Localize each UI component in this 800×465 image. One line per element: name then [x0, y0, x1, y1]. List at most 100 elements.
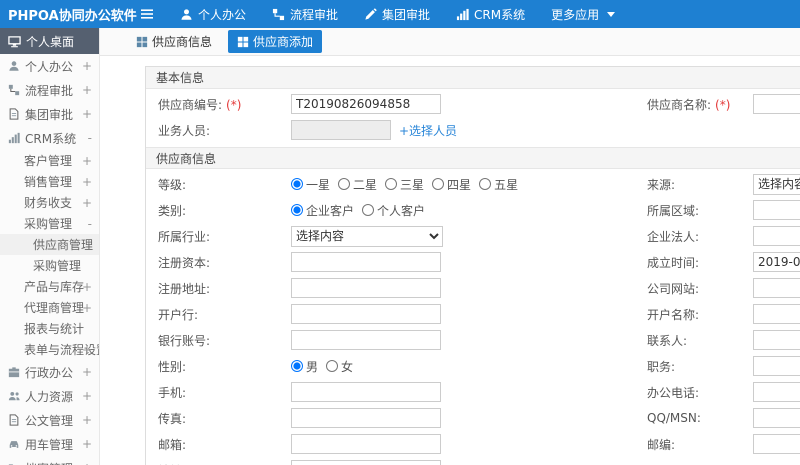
hamburger-menu-icon[interactable]: [140, 7, 154, 21]
form-row: 银行账号: 联系人:: [146, 327, 800, 353]
sidebar-item[interactable]: 客户管理 +: [0, 150, 99, 171]
text-input[interactable]: [291, 382, 441, 402]
expand-icon[interactable]: +: [82, 413, 92, 427]
text-input[interactable]: [753, 226, 800, 246]
topnav-item-2[interactable]: 流程审批: [272, 6, 338, 23]
topnav-item-1[interactable]: 个人办公: [180, 6, 246, 23]
text-input[interactable]: [753, 252, 800, 272]
radio-input[interactable]: [362, 204, 375, 216]
sidebar-item[interactable]: 个人办公 +: [0, 54, 99, 78]
text-input[interactable]: [753, 408, 800, 428]
text-input[interactable]: [753, 304, 800, 324]
field-value: 一星 二星 三星 四星 五星: [291, 176, 647, 193]
sidebar-item-desktop[interactable]: 个人桌面: [0, 28, 99, 54]
text-input[interactable]: [291, 434, 441, 454]
radio-option[interactable]: 三星: [385, 176, 424, 193]
expand-icon[interactable]: +: [82, 389, 92, 403]
expand-icon[interactable]: +: [82, 83, 92, 97]
topnav-item-4[interactable]: CRM系统: [456, 6, 525, 23]
expand-icon[interactable]: +: [82, 107, 92, 121]
sidebar-item-label: 人力资源: [25, 389, 74, 404]
select-input[interactable]: 选择内容: [753, 173, 800, 195]
tab-supplier-add[interactable]: 供应商添加: [228, 30, 323, 53]
topnav-item-3[interactable]: 集团审批: [364, 6, 430, 23]
text-input[interactable]: [753, 278, 800, 298]
sidebar-item[interactable]: 用车管理 +: [0, 432, 99, 456]
radio-option[interactable]: 企业客户: [291, 202, 354, 219]
radio-option[interactable]: 五星: [479, 176, 518, 193]
text-input[interactable]: [291, 408, 441, 428]
text-input[interactable]: [753, 382, 800, 402]
text-input[interactable]: [291, 94, 441, 114]
field-value: [291, 304, 647, 324]
radio-option[interactable]: 四星: [432, 176, 471, 193]
field-value: [291, 460, 647, 465]
person-input[interactable]: [291, 120, 391, 140]
sidebar-item[interactable]: 集团审批 +: [0, 102, 99, 126]
form-row: 注册资本: 成立时间:: [146, 249, 800, 275]
text-input[interactable]: [753, 356, 800, 376]
field-label: 企业法人:: [647, 229, 700, 244]
text-input[interactable]: [291, 252, 441, 272]
radio-input[interactable]: [338, 178, 351, 190]
sidebar-item[interactable]: 报表与统计: [0, 318, 99, 339]
sidebar-item[interactable]: 人力资源 +: [0, 384, 99, 408]
radio-input[interactable]: [479, 178, 492, 190]
flow-icon: [8, 84, 20, 96]
expand-icon[interactable]: +: [82, 154, 92, 168]
sidebar-item[interactable]: 流程审批 +: [0, 78, 99, 102]
sidebar-item[interactable]: 财务收支 +: [0, 192, 99, 213]
field-label: 邮箱:: [158, 437, 187, 452]
radio-option[interactable]: 女: [326, 358, 353, 375]
radio-option[interactable]: 一星: [291, 176, 330, 193]
sidebar-item[interactable]: CRM系统 -: [0, 126, 99, 150]
field-value: [291, 252, 647, 272]
choose-person-link[interactable]: +选择人员: [399, 122, 457, 139]
radio-input[interactable]: [385, 178, 398, 190]
topnav-item-5[interactable]: 更多应用: [551, 6, 616, 23]
radio-option[interactable]: 个人客户: [362, 202, 425, 219]
sidebar-item-label: 个人办公: [25, 59, 74, 74]
radio-input[interactable]: [432, 178, 445, 190]
radio-input[interactable]: [291, 178, 303, 190]
expand-icon[interactable]: +: [82, 461, 92, 465]
expand-icon[interactable]: +: [82, 59, 92, 73]
select-input[interactable]: 选择内容: [291, 225, 443, 247]
sidebar-item[interactable]: 采购管理 -: [0, 213, 99, 234]
sidebar-item[interactable]: 供应商管理: [0, 234, 99, 255]
text-input[interactable]: [753, 200, 800, 220]
expand-icon[interactable]: +: [82, 437, 92, 451]
radio-option[interactable]: 男: [291, 358, 318, 375]
radio-option[interactable]: 二星: [338, 176, 377, 193]
radio-input[interactable]: [326, 360, 339, 372]
collapse-icon[interactable]: -: [88, 217, 92, 231]
main-content: 供应商信息 供应商添加 基本信息供应商编号:(*) 供应商名称:(*) 业务人员: +选…: [100, 28, 800, 465]
expand-icon[interactable]: +: [82, 280, 92, 294]
field-label: 职务:: [647, 359, 676, 374]
expand-icon[interactable]: +: [82, 196, 92, 210]
tab-supplier-info[interactable]: 供应商信息: [130, 30, 218, 53]
text-input[interactable]: [291, 460, 441, 465]
radio-label: 男: [306, 359, 319, 374]
sidebar-item[interactable]: 采购管理: [0, 255, 99, 276]
expand-icon[interactable]: +: [82, 301, 92, 315]
text-input[interactable]: [753, 330, 800, 350]
sidebar-item[interactable]: 公文管理 +: [0, 408, 99, 432]
radio-input[interactable]: [291, 204, 303, 216]
sidebar-item[interactable]: 代理商管理 +: [0, 297, 99, 318]
text-input[interactable]: [291, 330, 441, 350]
expand-icon[interactable]: +: [82, 343, 92, 357]
sidebar-item[interactable]: 产品与库存 +: [0, 276, 99, 297]
text-input[interactable]: [291, 304, 441, 324]
collapse-icon[interactable]: -: [88, 131, 92, 145]
radio-input[interactable]: [291, 360, 303, 372]
expand-icon[interactable]: +: [82, 365, 92, 379]
text-input[interactable]: [753, 434, 800, 454]
sidebar-item[interactable]: 档案管理 +: [0, 456, 99, 465]
text-input[interactable]: [291, 278, 441, 298]
sidebar-item[interactable]: 销售管理 +: [0, 171, 99, 192]
text-input[interactable]: [753, 94, 800, 114]
expand-icon[interactable]: +: [82, 175, 92, 189]
sidebar-item[interactable]: 表单与流程设置+: [0, 339, 99, 360]
sidebar-item[interactable]: 行政办公 +: [0, 360, 99, 384]
